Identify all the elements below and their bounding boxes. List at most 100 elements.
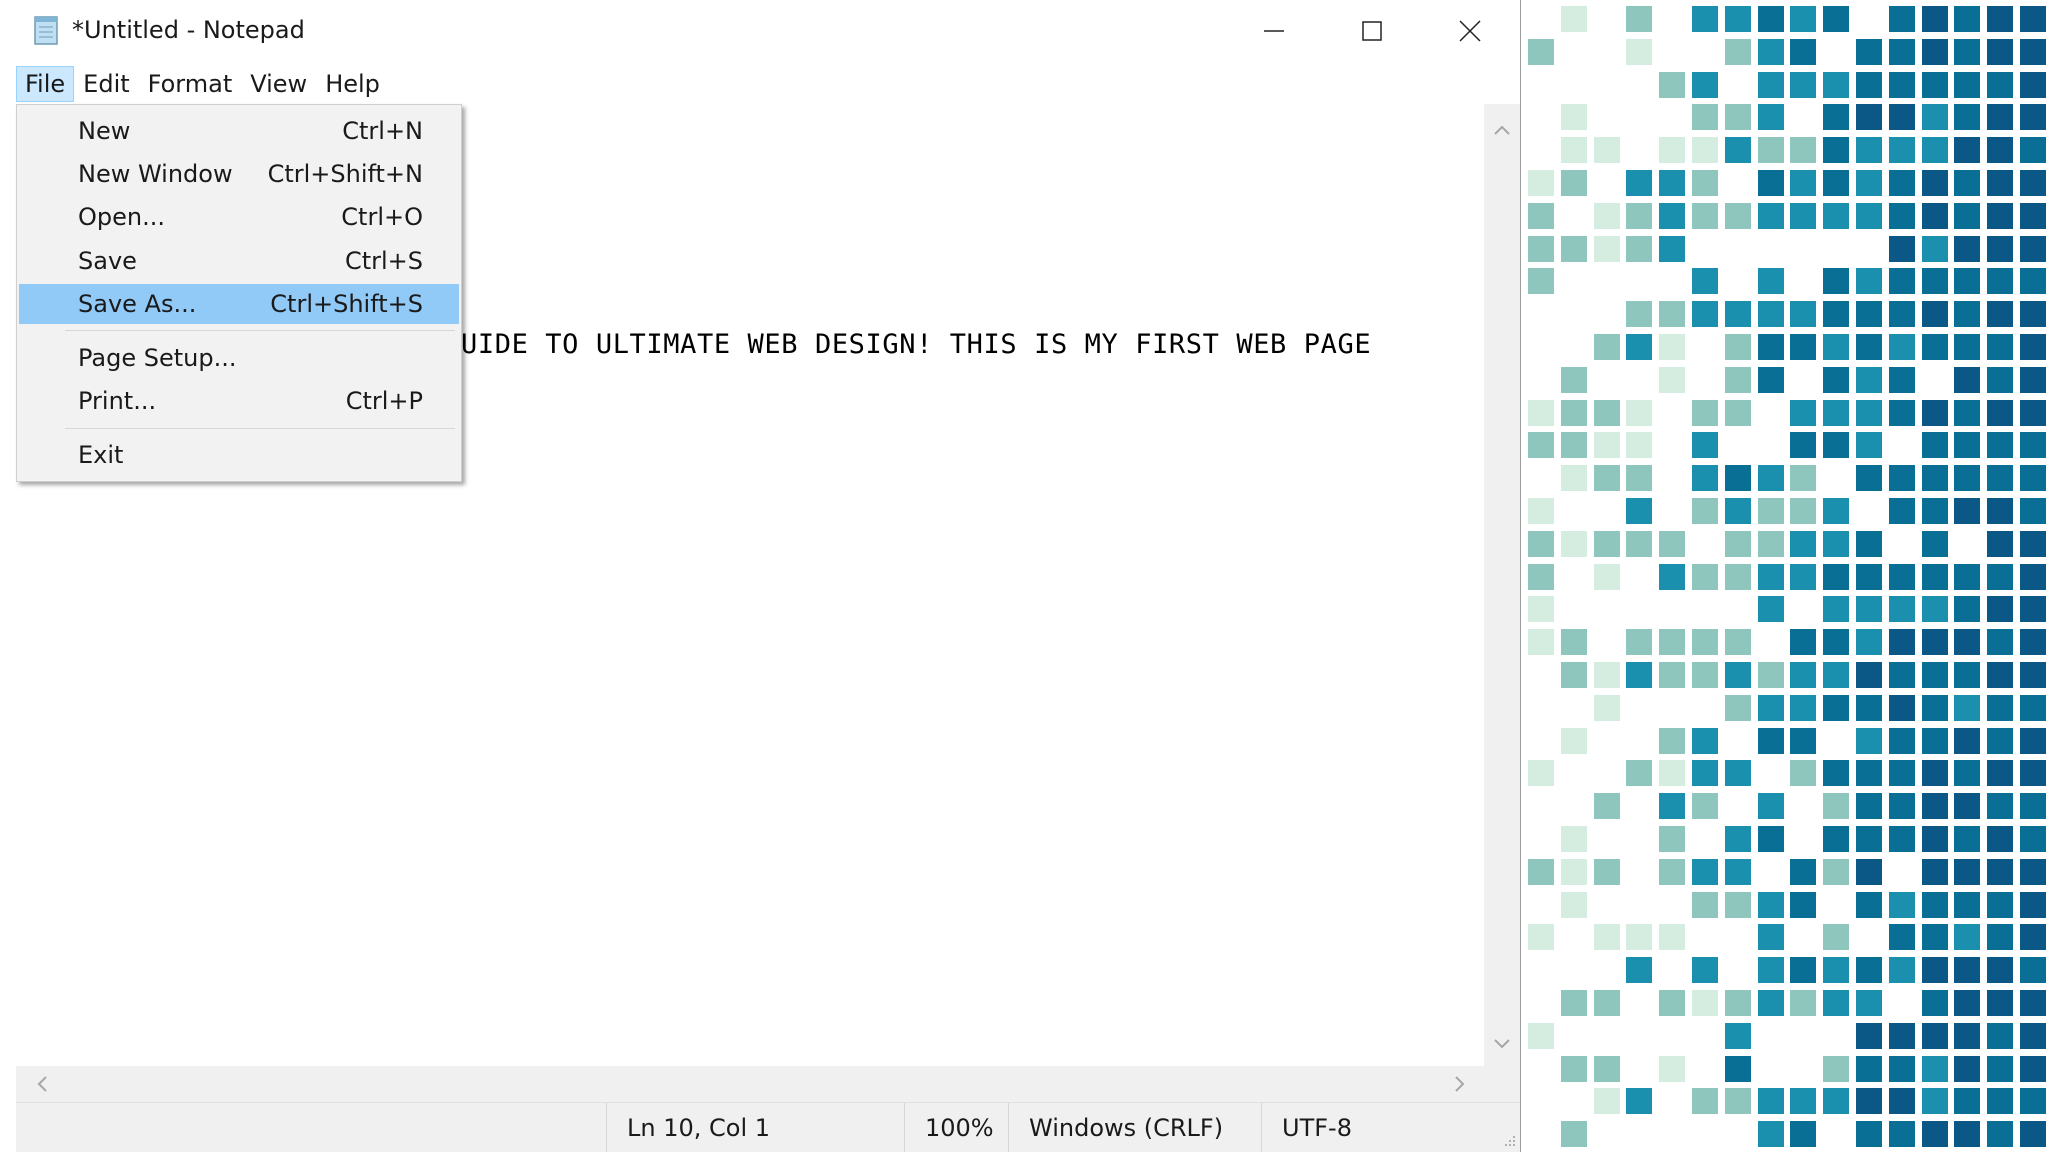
mosaic-tile bbox=[1888, 957, 1915, 984]
mosaic-tile bbox=[1987, 71, 2014, 98]
menu-item-new[interactable]: New Ctrl+N bbox=[19, 111, 459, 151]
mosaic-tile bbox=[1757, 6, 1784, 32]
scroll-left-button[interactable] bbox=[24, 1066, 60, 1102]
mosaic-tile bbox=[1593, 202, 1620, 229]
menu-format[interactable]: Format bbox=[139, 66, 242, 102]
mosaic-tile bbox=[2020, 727, 2046, 754]
mosaic-tile bbox=[1790, 990, 1817, 1016]
mosaic-tile bbox=[1724, 498, 1751, 524]
mosaic-tile bbox=[1954, 596, 1981, 623]
mosaic-tile bbox=[2020, 498, 2046, 524]
mosaic-tile bbox=[2020, 760, 2046, 787]
mosaic-tile bbox=[1987, 563, 2014, 590]
menu-item-save[interactable]: Save Ctrl+S bbox=[19, 241, 459, 281]
mosaic-tile bbox=[1954, 432, 1981, 459]
mosaic-tile bbox=[1856, 170, 1882, 196]
menu-view[interactable]: View bbox=[241, 66, 316, 102]
mosaic-tile bbox=[1888, 727, 1915, 754]
mosaic-tile bbox=[1888, 170, 1915, 196]
mosaic-tile bbox=[1659, 727, 1686, 754]
mosaic-tile bbox=[1724, 137, 1751, 164]
mosaic-tile bbox=[1757, 957, 1784, 984]
mosaic-tile bbox=[1921, 858, 1948, 885]
mosaic-tile bbox=[1921, 71, 1948, 98]
mosaic-tile bbox=[1626, 760, 1653, 787]
mosaic-tile bbox=[1560, 399, 1587, 426]
mosaic-tile bbox=[1921, 891, 1948, 918]
mosaic-tile bbox=[1823, 760, 1850, 787]
menu-item-print[interactable]: Print... Ctrl+P bbox=[19, 381, 459, 421]
mosaic-tile bbox=[1790, 629, 1817, 656]
mosaic-tile bbox=[1528, 1022, 1554, 1049]
mosaic-tile bbox=[1659, 563, 1686, 590]
mosaic-tile bbox=[1921, 137, 1948, 164]
mosaic-tile bbox=[1626, 530, 1653, 557]
mosaic-tile bbox=[1856, 990, 1882, 1016]
mosaic-tile bbox=[1560, 137, 1587, 164]
mosaic-tile bbox=[1954, 235, 1981, 262]
vertical-scrollbar[interactable] bbox=[1484, 104, 1520, 1066]
mosaic-tile bbox=[1921, 530, 1948, 557]
menu-item-new-window[interactable]: New Window Ctrl+Shift+N bbox=[19, 154, 459, 194]
mosaic-tile bbox=[1790, 6, 1817, 32]
scroll-right-button[interactable] bbox=[1442, 1066, 1478, 1102]
mosaic-tile bbox=[1724, 1055, 1751, 1082]
mosaic-tile bbox=[1987, 826, 2014, 852]
mosaic-tile bbox=[1856, 891, 1882, 918]
mosaic-tile bbox=[1823, 957, 1850, 984]
mosaic-tile bbox=[2020, 465, 2046, 492]
mosaic-tile bbox=[1593, 530, 1620, 557]
mosaic-tile bbox=[1954, 366, 1981, 393]
mosaic-tile bbox=[1856, 957, 1882, 984]
mosaic-tile bbox=[1921, 334, 1948, 360]
menu-help[interactable]: Help bbox=[316, 66, 389, 102]
resize-grip-icon[interactable] bbox=[1501, 1132, 1517, 1148]
mosaic-tile bbox=[1921, 1022, 1948, 1049]
menu-item-page-setup[interactable]: Page Setup... bbox=[19, 338, 459, 378]
mosaic-tile bbox=[1823, 826, 1850, 852]
status-zoom: 100% bbox=[904, 1103, 1008, 1152]
menu-item-shortcut: Ctrl+N bbox=[342, 117, 423, 145]
mosaic-tile bbox=[1954, 858, 1981, 885]
mosaic-tile bbox=[1724, 334, 1751, 360]
mosaic-tile bbox=[1790, 1088, 1817, 1115]
horizontal-scrollbar[interactable] bbox=[16, 1066, 1484, 1102]
mosaic-tile bbox=[1954, 334, 1981, 360]
mosaic-tile bbox=[1954, 957, 1981, 984]
menu-file[interactable]: File bbox=[16, 66, 75, 102]
mosaic-tile bbox=[1692, 990, 1718, 1016]
mosaic-tile bbox=[1692, 760, 1718, 787]
menu-item-label: Page Setup... bbox=[78, 344, 237, 372]
mosaic-tile bbox=[1692, 137, 1718, 164]
mosaic-tile bbox=[1888, 826, 1915, 852]
mosaic-tile bbox=[1954, 6, 1981, 32]
mosaic-tile bbox=[1790, 760, 1817, 787]
menu-item-open[interactable]: Open... Ctrl+O bbox=[19, 197, 459, 237]
mosaic-tile bbox=[1626, 1088, 1653, 1115]
maximize-button[interactable] bbox=[1323, 0, 1421, 62]
title-bar[interactable]: *Untitled - Notepad bbox=[0, 0, 1520, 62]
mosaic-tile bbox=[1987, 694, 2014, 721]
mosaic-tile bbox=[1856, 202, 1882, 229]
mosaic-tile bbox=[1724, 465, 1751, 492]
mosaic-tile bbox=[1987, 6, 2014, 32]
mosaic-tile bbox=[1626, 6, 1653, 32]
mosaic-tile bbox=[1790, 38, 1817, 65]
menu-edit[interactable]: Edit bbox=[74, 66, 138, 102]
close-button[interactable] bbox=[1421, 0, 1519, 62]
mosaic-tile bbox=[1987, 1055, 2014, 1082]
menu-item-save-as[interactable]: Save As... Ctrl+Shift+S bbox=[19, 284, 459, 324]
mosaic-tile bbox=[1954, 760, 1981, 787]
mosaic-tile bbox=[1954, 498, 1981, 524]
mosaic-tile bbox=[2020, 858, 2046, 885]
mosaic-tile bbox=[1888, 334, 1915, 360]
mosaic-tile bbox=[1757, 38, 1784, 65]
scroll-down-button[interactable] bbox=[1484, 1026, 1520, 1062]
scroll-up-button[interactable] bbox=[1484, 112, 1520, 148]
mosaic-tile bbox=[1528, 170, 1554, 196]
menu-item-exit[interactable]: Exit bbox=[19, 435, 459, 475]
mosaic-tile bbox=[1626, 629, 1653, 656]
mosaic-tile bbox=[1757, 465, 1784, 492]
mosaic-tile bbox=[1692, 268, 1718, 295]
minimize-button[interactable] bbox=[1225, 0, 1323, 62]
